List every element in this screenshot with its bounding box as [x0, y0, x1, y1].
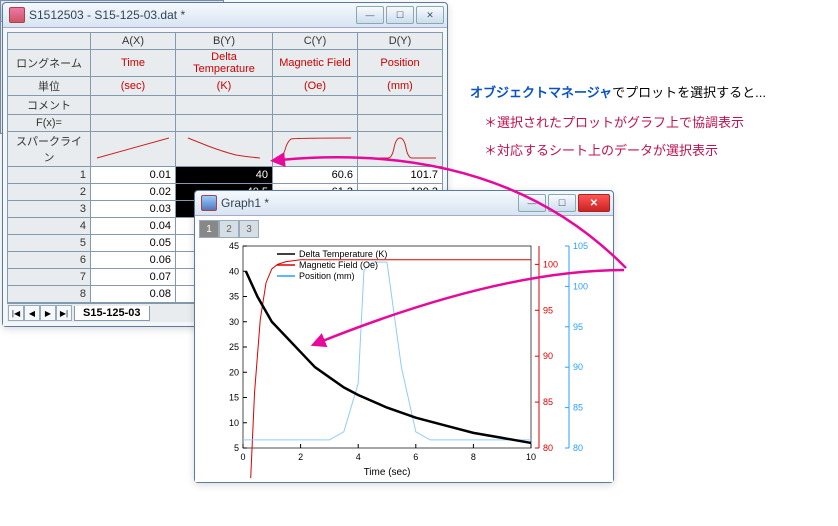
sheet-tab[interactable]: S15-125-03 — [74, 306, 150, 321]
svg-text:2: 2 — [298, 452, 303, 462]
sparkline-c — [273, 132, 358, 167]
row-num[interactable]: 1 — [8, 167, 91, 184]
close-button[interactable]: ✕ — [416, 6, 444, 24]
corner-cell — [8, 33, 91, 50]
svg-text:8: 8 — [471, 452, 476, 462]
sparkline-a — [91, 132, 176, 167]
sheet-nav[interactable]: |◀◀▶▶| — [8, 305, 72, 321]
svg-text:4: 4 — [356, 452, 361, 462]
svg-text:45: 45 — [229, 241, 239, 251]
svg-text:35: 35 — [229, 292, 239, 302]
cell[interactable]: 0.05 — [91, 235, 176, 252]
col-head-a[interactable]: A(X) — [91, 33, 176, 50]
maximize-button[interactable]: ☐ — [386, 6, 414, 24]
svg-text:0: 0 — [240, 452, 245, 462]
svg-text:10: 10 — [229, 418, 239, 428]
svg-text:90: 90 — [573, 362, 583, 372]
row-num[interactable]: 7 — [8, 269, 91, 286]
svg-text:80: 80 — [543, 443, 553, 453]
worksheet-icon — [9, 7, 25, 23]
svg-text:95: 95 — [543, 305, 553, 315]
annotation-line3: ＊対応するシート上のデータが選択表示 — [484, 140, 718, 159]
row-num[interactable]: 6 — [8, 252, 91, 269]
maximize-button[interactable]: ☐ — [548, 194, 576, 212]
annotation-line2: ＊選択されたプロットがグラフ上で協調表示 — [484, 112, 744, 131]
svg-text:85: 85 — [543, 397, 553, 407]
minimize-button[interactable]: — — [356, 6, 384, 24]
worksheet-title: S1512503 - S15-125-03.dat * — [29, 8, 356, 22]
graph-plot[interactable]: 5 10 15 20 25 30 35 40 45 0 2 4 6 8 10 Time (sec) 80 85 90… — [199, 238, 599, 478]
svg-text:Position (mm): Position (mm) — [299, 271, 355, 281]
cell[interactable]: 40 — [176, 167, 273, 184]
svg-text:5: 5 — [234, 443, 239, 453]
svg-text:40: 40 — [229, 266, 239, 276]
svg-text:30: 30 — [229, 317, 239, 327]
col-head-c[interactable]: C(Y) — [273, 33, 358, 50]
row-num[interactable]: 3 — [8, 201, 91, 218]
annotation-line1: オブジェクトマネージャでプロットを選択すると... — [470, 82, 766, 101]
layer-tab-2[interactable]: 2 — [219, 220, 239, 238]
cell[interactable]: 0.03 — [91, 201, 176, 218]
graph-window: Graph1 * — ☐ ✕ 1 2 3 5 10 15 20 25 30 35 40 45 0 2… — [194, 190, 614, 483]
row-longname: ロングネーム — [8, 50, 91, 77]
graph-icon — [201, 195, 217, 211]
layer-tab-1[interactable]: 1 — [199, 220, 219, 238]
row-num[interactable]: 2 — [8, 184, 91, 201]
row-num[interactable]: 5 — [8, 235, 91, 252]
graph-title: Graph1 * — [221, 196, 518, 210]
svg-text:85: 85 — [573, 403, 583, 413]
cell[interactable]: 0.01 — [91, 167, 176, 184]
row-num[interactable]: 8 — [8, 286, 91, 303]
cell[interactable]: 60.6 — [273, 167, 358, 184]
cell[interactable]: 101.7 — [358, 167, 443, 184]
close-button[interactable]: ✕ — [578, 194, 610, 212]
cell[interactable]: 0.08 — [91, 286, 176, 303]
row-num[interactable]: 4 — [8, 218, 91, 235]
worksheet-titlebar[interactable]: S1512503 - S15-125-03.dat * — ☐ ✕ — [3, 3, 447, 28]
svg-text:100: 100 — [573, 281, 588, 291]
svg-text:Time (sec): Time (sec) — [364, 467, 411, 478]
cell[interactable]: 0.06 — [91, 252, 176, 269]
sparkline-d — [358, 132, 443, 167]
svg-text:20: 20 — [229, 367, 239, 377]
svg-text:105: 105 — [573, 241, 588, 251]
svg-text:80: 80 — [573, 443, 583, 453]
svg-text:15: 15 — [229, 393, 239, 403]
svg-text:25: 25 — [229, 342, 239, 352]
svg-text:Magnetic Field (Oe): Magnetic Field (Oe) — [299, 260, 378, 270]
cell[interactable]: 0.02 — [91, 184, 176, 201]
cell[interactable]: 0.04 — [91, 218, 176, 235]
svg-text:6: 6 — [413, 452, 418, 462]
svg-text:95: 95 — [573, 322, 583, 332]
minimize-button[interactable]: — — [518, 194, 546, 212]
graph-titlebar[interactable]: Graph1 * — ☐ ✕ — [195, 191, 613, 216]
sparkline-b — [176, 132, 273, 167]
col-head-d[interactable]: D(Y) — [358, 33, 443, 50]
svg-text:90: 90 — [543, 351, 553, 361]
row-unit: 単位 — [8, 77, 91, 96]
col-head-b[interactable]: B(Y) — [176, 33, 273, 50]
svg-text:10: 10 — [526, 452, 536, 462]
layer-tab-3[interactable]: 3 — [239, 220, 259, 238]
svg-text:100: 100 — [543, 259, 558, 269]
svg-text:Delta Temperature (K): Delta Temperature (K) — [299, 249, 387, 259]
cell[interactable]: 0.07 — [91, 269, 176, 286]
